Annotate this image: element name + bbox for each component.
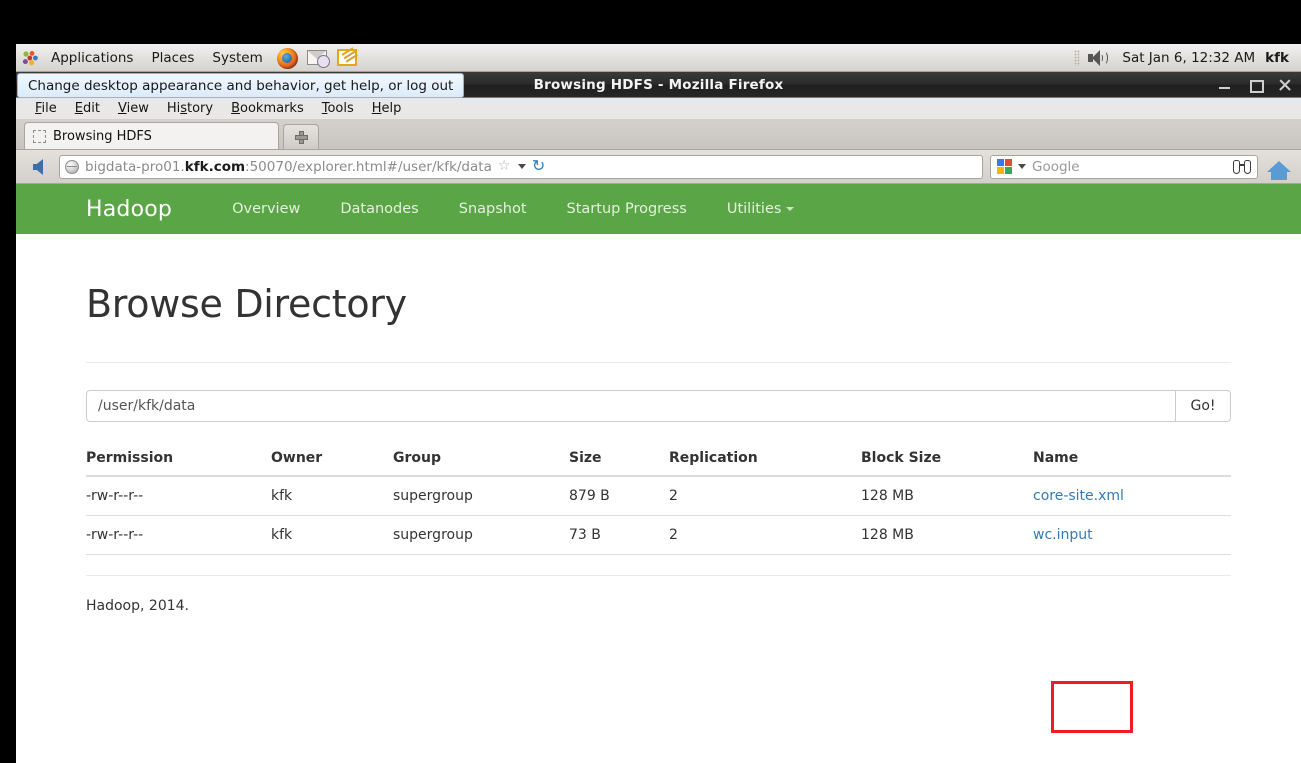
cell-permission: -rw-r--r-- bbox=[86, 476, 271, 516]
page-content: Hadoop Overview Datanodes Snapshot Start… bbox=[16, 184, 1301, 763]
gnome-foot-icon bbox=[18, 46, 40, 70]
menu-edit[interactable]: Edit bbox=[66, 99, 109, 119]
desktop-tooltip: Change desktop appearance and behavior, … bbox=[17, 73, 465, 98]
tab-label: Browsing HDFS bbox=[53, 128, 152, 144]
tab-browsing-hdfs[interactable]: Browsing HDFS bbox=[24, 122, 279, 149]
cell-block-size: 128 MB bbox=[861, 476, 1033, 516]
nav-link-startup-progress[interactable]: Startup Progress bbox=[547, 201, 707, 217]
plus-icon bbox=[294, 130, 308, 144]
panel-menu-places[interactable]: Places bbox=[142, 45, 203, 71]
panel-user-menu[interactable]: kfk bbox=[1265, 50, 1301, 66]
reload-icon[interactable]: ↻ bbox=[532, 158, 549, 175]
minimize-button[interactable] bbox=[1217, 77, 1233, 93]
path-input[interactable]: /user/kfk/data bbox=[86, 390, 1176, 422]
cell-owner: kfk bbox=[271, 476, 393, 516]
home-button[interactable] bbox=[1265, 154, 1293, 180]
panel-clock[interactable]: Sat Jan 6, 12:32 AM bbox=[1112, 50, 1265, 66]
path-form: /user/kfk/data Go! bbox=[86, 390, 1231, 422]
menu-help[interactable]: Help bbox=[363, 99, 411, 119]
hadoop-navbar: Hadoop Overview Datanodes Snapshot Start… bbox=[16, 184, 1301, 234]
search-bar[interactable]: Google bbox=[990, 154, 1258, 179]
nav-link-overview[interactable]: Overview bbox=[212, 201, 320, 217]
back-button[interactable] bbox=[24, 154, 52, 180]
cell-block-size: 128 MB bbox=[861, 515, 1033, 555]
chevron-down-icon[interactable] bbox=[517, 164, 526, 169]
address-bar-value: bigdata-pro01.kfk.com:50070/explorer.htm… bbox=[85, 159, 492, 175]
window-title: Browsing HDFS - Mozilla Firefox bbox=[533, 76, 784, 93]
globe-icon bbox=[65, 159, 79, 174]
browser-menubar: File Edit View History Bookmarks Tools H… bbox=[16, 98, 1301, 120]
hadoop-brand[interactable]: Hadoop bbox=[86, 197, 212, 222]
cell-group: supergroup bbox=[393, 515, 569, 555]
nav-link-utilities-label: Utilities bbox=[726, 201, 782, 217]
url-suffix: :50070/explorer.html#/user/kfk/data bbox=[245, 158, 492, 175]
browser-tabstrip: Browsing HDFS bbox=[16, 120, 1301, 150]
url-domain: kfk.com bbox=[184, 158, 246, 175]
nav-link-utilities[interactable]: Utilities bbox=[707, 201, 815, 217]
search-engine-chevron-icon[interactable] bbox=[1018, 164, 1026, 169]
cell-permission: -rw-r--r-- bbox=[86, 515, 271, 555]
firefox-launcher-icon[interactable] bbox=[274, 46, 300, 70]
go-button[interactable]: Go! bbox=[1176, 390, 1231, 422]
panel-menu-applications[interactable]: Applications bbox=[42, 45, 142, 71]
google-icon bbox=[997, 159, 1012, 174]
search-input[interactable]: Google bbox=[1032, 159, 1227, 175]
mail-launcher-icon[interactable] bbox=[304, 46, 330, 70]
cell-size: 879 B bbox=[569, 476, 669, 516]
cell-owner: kfk bbox=[271, 515, 393, 555]
menu-view[interactable]: View bbox=[109, 99, 158, 119]
page-body: Browse Directory /user/kfk/data Go! Perm… bbox=[16, 234, 1301, 614]
home-icon bbox=[1267, 161, 1291, 180]
menu-bookmarks[interactable]: Bookmarks bbox=[222, 99, 313, 119]
column-header-permission: Permission bbox=[86, 442, 271, 477]
annotation-highlight-box bbox=[1051, 681, 1133, 733]
tab-favicon-placeholder-icon bbox=[33, 129, 46, 143]
table-header-row: Permission Owner Group Size Replication … bbox=[86, 442, 1231, 477]
new-tab-button[interactable] bbox=[283, 124, 319, 149]
table-row: -rw-r--r-- kfk supergroup 73 B 2 128 MB … bbox=[86, 515, 1231, 555]
directory-listing-table: Permission Owner Group Size Replication … bbox=[86, 442, 1231, 555]
page-title: Browse Directory bbox=[86, 282, 407, 326]
panel-menu-system[interactable]: System bbox=[203, 45, 271, 71]
nav-link-snapshot[interactable]: Snapshot bbox=[439, 201, 547, 217]
column-header-owner: Owner bbox=[271, 442, 393, 477]
volume-icon[interactable] bbox=[1086, 48, 1109, 68]
column-header-name: Name bbox=[1033, 442, 1231, 477]
cell-size: 73 B bbox=[569, 515, 669, 555]
arrow-left-icon bbox=[33, 158, 43, 175]
close-button[interactable] bbox=[1277, 77, 1293, 93]
table-row: -rw-r--r-- kfk supergroup 879 B 2 128 MB… bbox=[86, 476, 1231, 516]
menu-history[interactable]: History bbox=[158, 99, 222, 119]
address-bar[interactable]: bigdata-pro01.kfk.com:50070/explorer.htm… bbox=[59, 154, 983, 179]
nav-link-datanodes[interactable]: Datanodes bbox=[320, 201, 438, 217]
menu-file[interactable]: File bbox=[26, 99, 66, 119]
chevron-down-icon bbox=[786, 207, 795, 211]
cell-replication: 2 bbox=[669, 515, 861, 555]
column-header-group: Group bbox=[393, 442, 569, 477]
binoculars-icon[interactable] bbox=[1233, 159, 1251, 174]
column-header-block-size: Block Size bbox=[861, 442, 1033, 477]
file-link-wc-input[interactable]: wc.input bbox=[1033, 527, 1093, 543]
file-link-core-site-xml[interactable]: core-site.xml bbox=[1033, 488, 1124, 504]
menu-tools[interactable]: Tools bbox=[313, 99, 363, 119]
firefox-window: Browsing HDFS - Mozilla Firefox File Edi… bbox=[16, 72, 1301, 763]
maximize-button[interactable] bbox=[1247, 77, 1264, 93]
desktop-top-panel: Applications Places System Sat Jan 6, 12… bbox=[16, 44, 1301, 72]
column-header-size: Size bbox=[569, 442, 669, 477]
window-buttons bbox=[1217, 72, 1293, 98]
column-header-replication: Replication bbox=[669, 442, 861, 477]
text-editor-launcher-icon[interactable] bbox=[334, 46, 360, 70]
cell-group: supergroup bbox=[393, 476, 569, 516]
panel-grip-handle bbox=[1074, 49, 1081, 66]
cell-replication: 2 bbox=[669, 476, 861, 516]
title-divider bbox=[86, 362, 1231, 363]
browser-navigation-toolbar: bigdata-pro01.kfk.com:50070/explorer.htm… bbox=[16, 150, 1301, 184]
url-prefix: bigdata-pro01. bbox=[85, 158, 185, 175]
bookmark-star-icon[interactable]: ☆ bbox=[498, 159, 512, 174]
footer-text: Hadoop, 2014. bbox=[86, 598, 189, 614]
